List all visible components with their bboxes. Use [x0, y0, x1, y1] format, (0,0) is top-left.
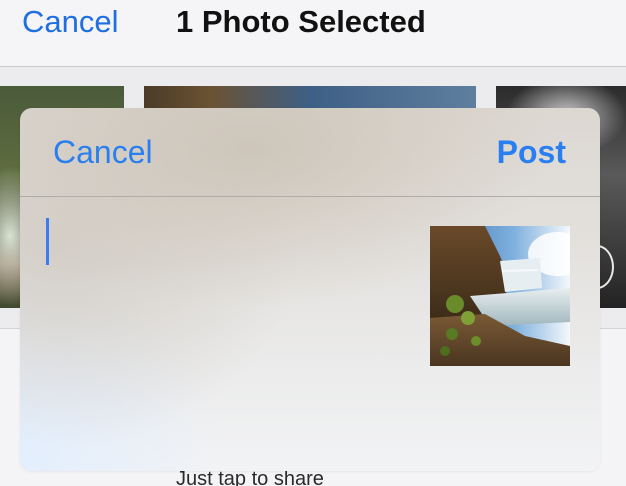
share-sheet-header: Cancel 1 Photo Selected — [0, 0, 626, 67]
compose-text-field[interactable] — [40, 216, 410, 446]
share-sheet-title: 1 Photo Selected — [176, 4, 426, 39]
compose-cancel-button[interactable]: Cancel — [53, 134, 153, 171]
text-caret — [46, 218, 49, 265]
compose-post-button[interactable]: Post — [497, 134, 566, 171]
attached-photo-thumbnail — [430, 226, 570, 366]
compose-header: Cancel Post — [20, 108, 600, 197]
share-sheet-cancel-button[interactable]: Cancel — [22, 4, 119, 40]
compose-sheet: Cancel Post — [20, 108, 600, 471]
waterfall-photo-image — [430, 226, 570, 366]
